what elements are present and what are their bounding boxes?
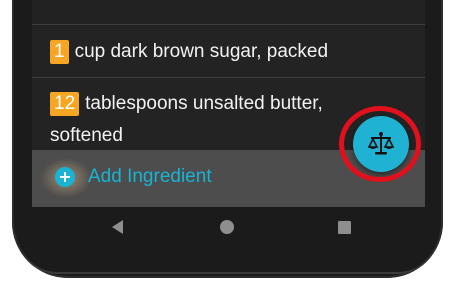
quantity-badge: 1 (50, 40, 69, 64)
ingredient-row[interactable]: 1 cup dark brown sugar, packed (32, 25, 425, 76)
back-triangle-icon[interactable] (112, 220, 123, 234)
ingredient-label: tablespoons unsalted butter, softened (50, 93, 323, 147)
screenshot: 1 cup dark brown sugar, packed 12 tablespo… (0, 0, 457, 297)
plus-circle-icon (55, 167, 75, 187)
quantity-badge: 12 (50, 92, 80, 116)
ingredient-text: 12 tablespoons unsalted butter, softened (50, 88, 365, 152)
system-navigation-bar (32, 207, 425, 251)
add-ingredient-label: Add Ingredient (88, 166, 212, 187)
ingredient-label: cup dark brown sugar, packed (74, 41, 329, 62)
ingredient-text: 1 cup dark brown sugar, packed (50, 36, 365, 68)
recents-square-icon[interactable] (338, 221, 351, 234)
highlight-ring (339, 106, 421, 182)
home-circle-icon[interactable] (220, 220, 234, 234)
